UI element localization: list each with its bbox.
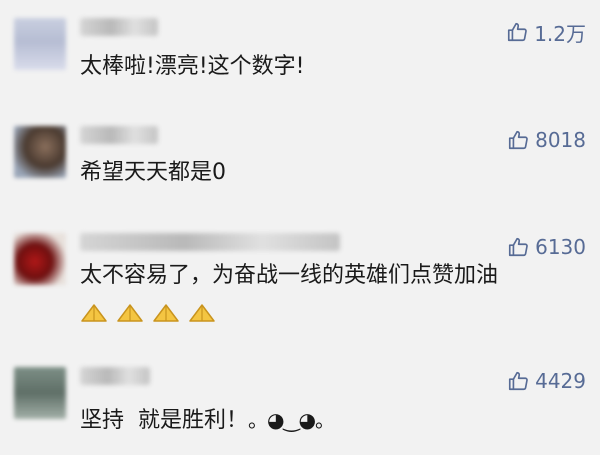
thumbs-up-icon [509,130,528,150]
like-count: 6130 [535,235,586,259]
avatar[interactable] [14,367,66,419]
comment-text: 太棒啦!漂亮!这个数字! [80,54,305,79]
like-count: 1.2万 [534,21,586,46]
username[interactable] [80,126,158,144]
comment-text: 坚持 就是胜利！。◕‿◕。 [80,405,335,436]
username[interactable] [80,233,340,251]
like-button[interactable]: 6130 [507,233,586,261]
username[interactable] [80,18,158,36]
like-count: 8018 [535,128,586,152]
thumbs-up-icon [509,237,528,257]
like-button[interactable]: 8018 [507,126,586,154]
thumbs-up-icon [509,371,528,391]
like-button[interactable]: 1.2万 [506,18,586,46]
kaomoji: 。◕‿◕。 [248,408,335,432]
folded-hands-icon [153,304,179,322]
emoji-row [80,301,216,325]
thumbs-up-icon [508,22,528,42]
folded-hands-icon [117,304,143,322]
comment-item: 8018 希望天天都是0 [0,110,600,215]
comment-text-main: 坚持 就是胜利！ [80,408,248,433]
comment-text: 太不容易了，为奋战一线的英雄们点赞加油 [80,263,499,288]
comment-item: 1.2万 太棒啦!漂亮!这个数字! [0,0,600,110]
folded-hands-icon [189,304,215,322]
folded-hands-icon [81,304,107,322]
comment-text: 希望天天都是0 [80,160,226,185]
username[interactable] [80,367,150,385]
avatar[interactable] [14,233,66,285]
comment-item: 6130 太不容易了，为奋战一线的英雄们点赞加油 [0,215,600,345]
like-count: 4429 [535,369,586,393]
avatar[interactable] [14,18,66,70]
avatar[interactable] [14,126,66,178]
comment-item: 4429 坚持 就是胜利！。◕‿◕。 [0,345,600,455]
like-button[interactable]: 4429 [507,367,586,395]
